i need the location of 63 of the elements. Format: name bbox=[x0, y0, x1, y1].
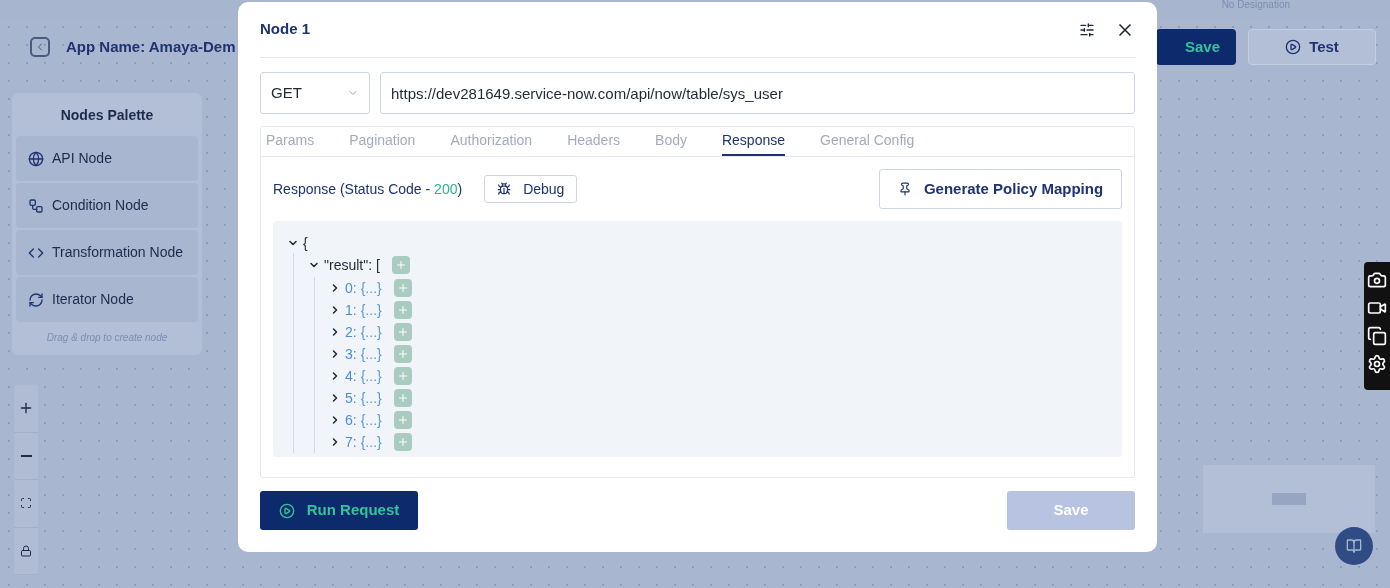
json-collapsed-value: {...} bbox=[360, 278, 382, 298]
json-collapsed-value: {...} bbox=[360, 432, 382, 452]
play-icon bbox=[1285, 39, 1302, 55]
json-collapsed-value: {...} bbox=[360, 300, 382, 320]
generate-policy-button[interactable]: Generate Policy Mapping bbox=[879, 169, 1122, 209]
lock-icon bbox=[20, 544, 32, 557]
plus-icon bbox=[396, 414, 409, 426]
save-button: Save bbox=[1007, 491, 1135, 530]
plus-icon bbox=[396, 370, 409, 382]
json-collapsed-value: {...} bbox=[360, 322, 382, 342]
sliders-icon[interactable] bbox=[1079, 21, 1095, 38]
globe-icon bbox=[28, 150, 44, 167]
plus-icon bbox=[396, 348, 409, 360]
json-bracket: [ bbox=[376, 255, 380, 275]
palette-item[interactable]: Iterator Node bbox=[16, 277, 198, 322]
debug-button[interactable]: Debug bbox=[484, 175, 578, 203]
back-button[interactable] bbox=[30, 37, 50, 57]
tab[interactable]: Response bbox=[721, 127, 785, 156]
windows-icon[interactable] bbox=[1367, 326, 1387, 346]
response-status: Response (Status Code - 200) bbox=[273, 179, 463, 199]
palette-item[interactable]: Transformation Node bbox=[16, 230, 198, 275]
method-select[interactable]: GET bbox=[260, 72, 370, 114]
json-index: 2: bbox=[345, 322, 357, 342]
bug-icon bbox=[497, 182, 512, 196]
plus-icon bbox=[394, 259, 407, 271]
help-button[interactable] bbox=[1335, 527, 1373, 565]
plus-icon bbox=[396, 392, 409, 404]
plus-icon bbox=[396, 326, 409, 338]
plus-icon bbox=[396, 282, 409, 294]
dialog-title: Node 1 bbox=[260, 19, 310, 40]
json-collapsed-value: {...} bbox=[360, 388, 382, 408]
camera-icon[interactable] bbox=[1367, 270, 1387, 290]
app-name: App Name: Amaya-Dem bbox=[66, 36, 236, 57]
plus-icon bbox=[396, 304, 409, 316]
json-index: 3: bbox=[345, 344, 357, 364]
minimap-node bbox=[1272, 493, 1306, 505]
run-request-button[interactable]: Run Request bbox=[260, 491, 418, 530]
zoom-out-icon bbox=[20, 454, 32, 457]
flow-icon bbox=[28, 197, 44, 214]
palette-item[interactable]: API Node bbox=[16, 136, 198, 181]
test-button[interactable]: Test bbox=[1248, 29, 1376, 65]
json-index: 5: bbox=[345, 388, 357, 408]
save-button[interactable]: Save bbox=[1156, 29, 1236, 65]
json-collapsed-value: {...} bbox=[360, 344, 382, 364]
plus-icon bbox=[396, 436, 409, 448]
url-field[interactable]: https://dev281649.service-now.com/api/now/table/sys_user bbox=[380, 72, 1135, 114]
json-bracket: { bbox=[303, 233, 308, 253]
json-index: 6: bbox=[345, 410, 357, 430]
json-index: 0: bbox=[345, 278, 357, 298]
json-index: 7: bbox=[345, 432, 357, 452]
fit-view-icon bbox=[20, 497, 32, 510]
pin-icon bbox=[897, 182, 912, 196]
palette-item[interactable]: Condition Node bbox=[16, 183, 198, 228]
palette-title: Nodes Palette bbox=[59, 106, 155, 125]
json-collapsed-value: {...} bbox=[360, 410, 382, 430]
refresh-icon bbox=[28, 291, 44, 308]
json-index: 4: bbox=[345, 366, 357, 386]
settings-icon[interactable] bbox=[1367, 354, 1387, 374]
json-index: 1: bbox=[345, 300, 357, 320]
book-icon bbox=[1346, 538, 1362, 554]
json-collapsed-value: {...} bbox=[360, 366, 382, 386]
play-icon bbox=[278, 502, 295, 519]
json-key: "result": bbox=[324, 254, 373, 276]
